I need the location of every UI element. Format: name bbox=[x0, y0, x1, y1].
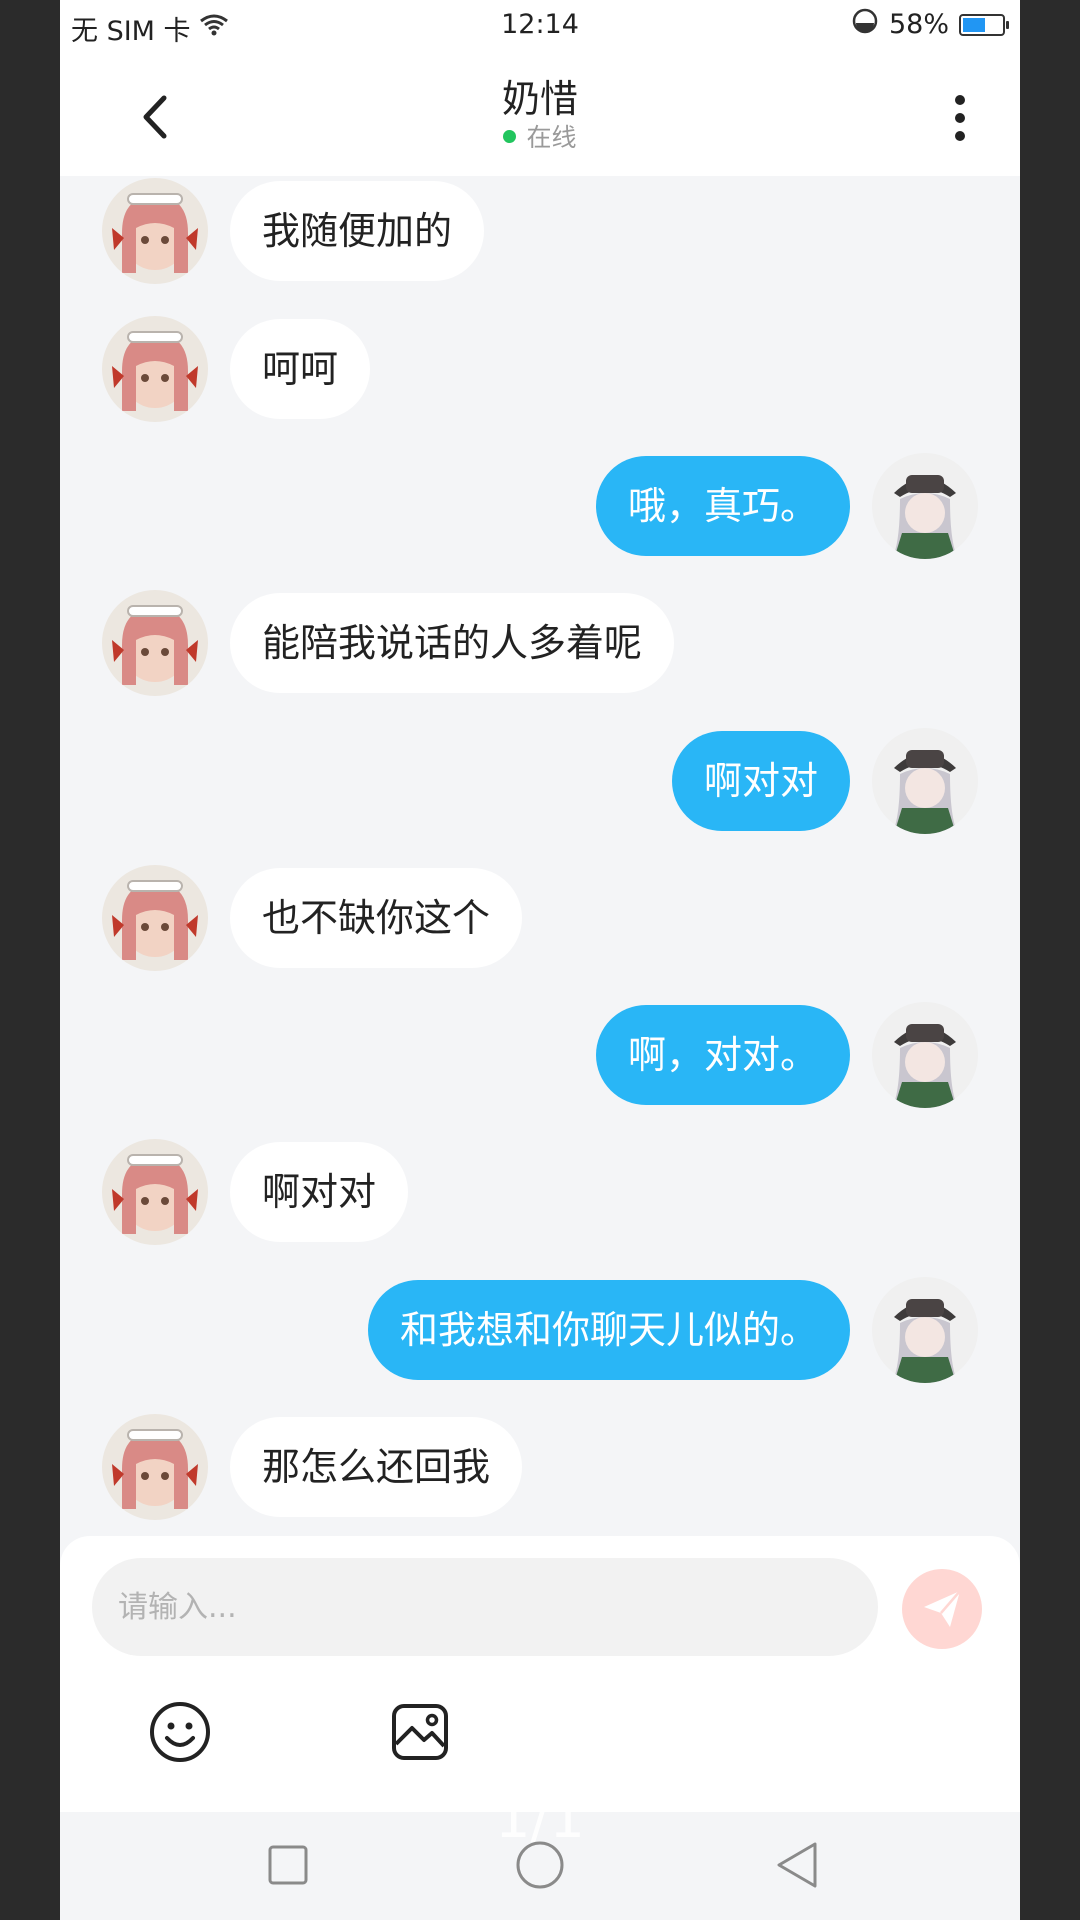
online-status-label: 在线 bbox=[526, 123, 577, 152]
message-bubble[interactable]: 啊，对对。 bbox=[595, 1005, 850, 1105]
more-options-button[interactable] bbox=[940, 88, 980, 148]
contact-avatar[interactable] bbox=[102, 1139, 208, 1245]
contact-name: 奶惜 bbox=[501, 77, 578, 121]
send-button[interactable] bbox=[902, 1569, 982, 1649]
more-vertical-icon bbox=[955, 95, 965, 141]
message-received: 我随便加的 bbox=[102, 178, 485, 284]
system-nav-bar: 1/1 bbox=[60, 1786, 1020, 1920]
online-status: 在线 bbox=[60, 118, 1020, 154]
message-sent: 啊对对 bbox=[671, 728, 978, 834]
message-composer bbox=[60, 1536, 1020, 1812]
message-received: 啊对对 bbox=[102, 1139, 409, 1245]
image-button[interactable] bbox=[388, 1700, 452, 1764]
message-received: 也不缺你这个 bbox=[102, 865, 523, 971]
recents-button[interactable] bbox=[263, 1840, 313, 1890]
status-bar: 无 SIM 卡 12:14 58% bbox=[60, 0, 1020, 52]
home-button[interactable] bbox=[515, 1840, 565, 1890]
message-bubble[interactable]: 能陪我说话的人多着呢 bbox=[230, 593, 675, 693]
contact-avatar[interactable] bbox=[102, 590, 208, 696]
chat-header: 奶惜 在线 bbox=[60, 52, 1020, 176]
chat-screen: 无 SIM 卡 12:14 58% 奶惜 在线 我随便加的 呵呵 哦，真巧。 能… bbox=[60, 0, 1020, 1920]
my-avatar[interactable] bbox=[872, 453, 978, 559]
message-sent: 啊，对对。 bbox=[595, 1002, 978, 1108]
data-saver-icon bbox=[851, 7, 879, 42]
message-received: 呵呵 bbox=[102, 316, 371, 422]
emoji-button[interactable] bbox=[148, 1700, 212, 1764]
contact-avatar[interactable] bbox=[102, 1414, 208, 1520]
my-avatar[interactable] bbox=[872, 1002, 978, 1108]
recents-icon bbox=[268, 1845, 308, 1885]
battery-icon bbox=[959, 13, 1009, 36]
contact-avatar[interactable] bbox=[102, 865, 208, 971]
emoji-icon bbox=[150, 1702, 210, 1762]
battery-percent: 58% bbox=[888, 9, 949, 40]
message-bubble[interactable]: 哦，真巧。 bbox=[595, 456, 850, 556]
message-bubble[interactable]: 我随便加的 bbox=[230, 181, 485, 281]
message-bubble[interactable]: 啊对对 bbox=[230, 1142, 409, 1242]
message-sent: 哦，真巧。 bbox=[595, 453, 978, 559]
send-icon bbox=[924, 1590, 961, 1627]
message-received: 能陪我说话的人多着呢 bbox=[102, 590, 675, 696]
back-nav-icon bbox=[777, 1842, 817, 1888]
message-bubble[interactable]: 和我想和你聊天儿似的。 bbox=[367, 1280, 850, 1380]
message-input[interactable] bbox=[92, 1558, 878, 1656]
message-list[interactable]: 我随便加的 呵呵 哦，真巧。 能陪我说话的人多着呢 啊对对 也不缺你这个 啊，对… bbox=[60, 176, 1020, 1536]
message-bubble[interactable]: 啊对对 bbox=[671, 731, 850, 831]
image-icon bbox=[392, 1704, 448, 1760]
my-avatar[interactable] bbox=[872, 728, 978, 834]
contact-avatar[interactable] bbox=[102, 316, 208, 422]
message-received: 那怎么还回我 bbox=[102, 1414, 523, 1520]
my-avatar[interactable] bbox=[872, 1277, 978, 1383]
message-sent: 和我想和你聊天儿似的。 bbox=[367, 1277, 978, 1383]
battery-fill bbox=[963, 17, 986, 32]
message-bubble[interactable]: 呵呵 bbox=[230, 319, 371, 419]
online-dot-icon bbox=[503, 129, 517, 143]
message-bubble[interactable]: 也不缺你这个 bbox=[230, 868, 523, 968]
home-icon bbox=[516, 1841, 564, 1889]
contact-avatar[interactable] bbox=[102, 178, 208, 284]
message-bubble[interactable]: 那怎么还回我 bbox=[230, 1417, 523, 1517]
back-nav-button[interactable] bbox=[772, 1840, 822, 1890]
